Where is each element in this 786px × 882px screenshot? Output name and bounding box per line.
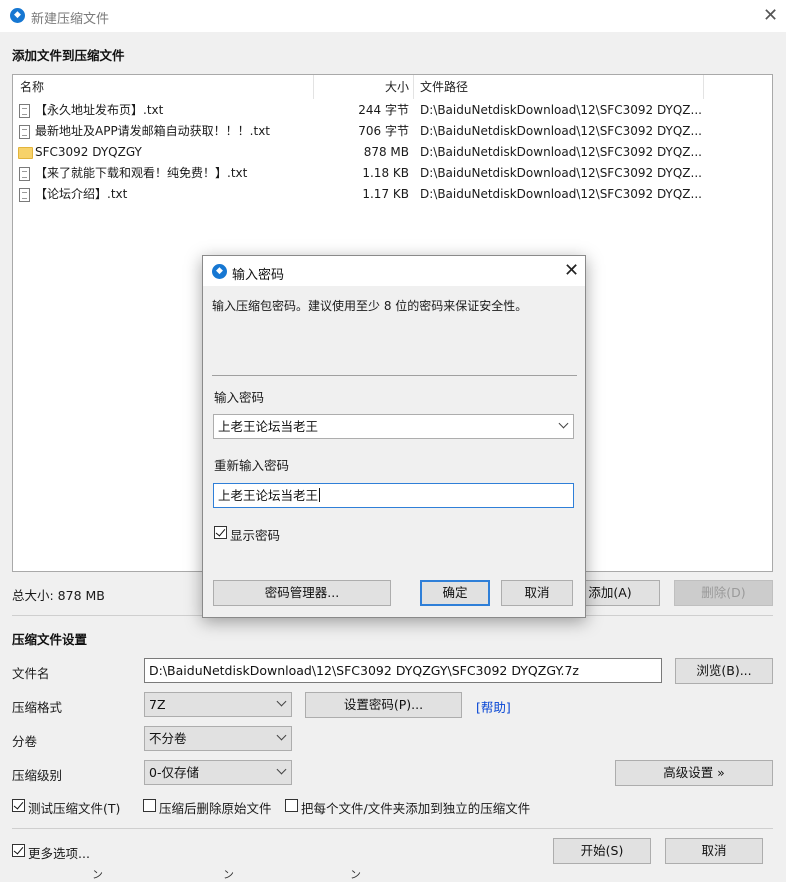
text-file-icon — [19, 167, 30, 181]
password-label: 输入密码 — [214, 390, 265, 405]
file-path: D:\BaiduNetdiskDownload\12\SFC3092 DYQZ.… — [420, 166, 702, 180]
list-item[interactable]: 【来了就能下载和观看！纯免费！】.txt 1.18 KB D:\BaiduNet… — [13, 163, 772, 184]
dialog-title-bar: ◆ 输入密码 ✕ — [203, 256, 585, 286]
app-icon: ◆ — [212, 264, 227, 279]
password-dialog: ◆ 输入密码 ✕ 输入压缩包密码。建议使用至少 8 位的密码来保证安全性。 输入… — [202, 255, 586, 618]
test-archive-checkbox[interactable] — [12, 799, 25, 812]
dialog-title: 输入密码 — [232, 268, 285, 283]
password-value: 上老王论坛当老王 — [218, 419, 319, 434]
text-file-icon — [19, 188, 30, 202]
delete-after-label: 压缩后删除原始文件 — [159, 801, 272, 816]
list-item[interactable]: SFC3092 DYQZGY 878 MB D:\BaiduNetdiskDow… — [13, 142, 772, 163]
password-field[interactable]: 上老王论坛当老王 — [213, 414, 574, 439]
dialog-message: 输入压缩包密码。建议使用至少 8 位的密码来保证安全性。 — [212, 299, 528, 313]
cancel-button[interactable]: 取消 — [665, 838, 763, 864]
column-header-size[interactable]: 大小 — [331, 75, 409, 99]
text-cursor — [319, 488, 321, 502]
browse-button[interactable]: 浏览(B)... — [675, 658, 773, 684]
show-password-label: 显示密码 — [230, 528, 281, 543]
title-bar: ◆ 新建压缩文件 ✕ — [0, 0, 786, 32]
background-text: ン — [223, 868, 234, 881]
column-separator[interactable] — [703, 75, 704, 99]
level-label: 压缩级别 — [12, 768, 63, 783]
file-size: 706 字节 — [358, 124, 409, 138]
chevron-down-icon — [276, 764, 287, 775]
filename-field[interactable]: D:\BaiduNetdiskDownload\12\SFC3092 DYQZG… — [144, 658, 662, 683]
column-header-name[interactable]: 名称 — [20, 75, 44, 99]
dialog-cancel-button[interactable]: 取消 — [501, 580, 573, 606]
chevron-down-icon[interactable] — [558, 418, 569, 429]
ok-button[interactable]: 确定 — [420, 580, 490, 606]
close-icon[interactable]: ✕ — [763, 7, 778, 25]
format-select[interactable]: 7Z — [144, 692, 292, 717]
show-password-checkbox[interactable] — [214, 526, 227, 539]
file-size: 244 字节 — [358, 103, 409, 117]
delete-after-checkbox[interactable] — [143, 799, 156, 812]
file-name: 【论坛介绍】.txt — [35, 187, 128, 201]
file-path: D:\BaiduNetdiskDownload\12\SFC3092 DYQZ.… — [420, 145, 702, 159]
volume-label: 分卷 — [12, 734, 38, 749]
list-item[interactable]: 【永久地址发布页】.txt 244 字节 D:\BaiduNetdiskDown… — [13, 100, 772, 121]
text-file-icon — [19, 125, 30, 139]
folder-icon — [18, 147, 33, 159]
file-name: 最新地址及APP请发邮箱自动获取！！！.txt — [35, 124, 271, 138]
app-icon: ◆ — [10, 8, 25, 23]
background-text: ン — [92, 868, 103, 881]
add-files-heading: 添加文件到压缩文件 — [12, 48, 125, 63]
level-value: 0-仅存储 — [149, 765, 199, 780]
file-name: SFC3092 DYQZGY — [35, 145, 142, 159]
background-text: ン — [350, 868, 361, 881]
more-options-label: 更多选项... — [28, 846, 90, 861]
chevron-down-icon — [276, 730, 287, 741]
dialog-message-area: 输入压缩包密码。建议使用至少 8 位的密码来保证安全性。 — [203, 286, 585, 374]
file-path: D:\BaiduNetdiskDownload\12\SFC3092 DYQZ.… — [420, 103, 702, 117]
reenter-password-value: 上老王论坛当老王 — [218, 488, 319, 503]
test-archive-label: 测试压缩文件(T) — [28, 801, 121, 816]
column-header-path[interactable]: 文件路径 — [420, 75, 468, 99]
volume-value: 不分卷 — [149, 731, 187, 746]
file-size: 1.17 KB — [362, 187, 409, 201]
column-separator[interactable] — [313, 75, 314, 99]
divider — [12, 828, 773, 829]
close-icon[interactable]: ✕ — [564, 262, 579, 280]
filename-label: 文件名 — [12, 666, 50, 681]
volume-select[interactable]: 不分卷 — [144, 726, 292, 751]
file-path: D:\BaiduNetdiskDownload\12\SFC3092 DYQZ.… — [420, 187, 702, 201]
window-title: 新建压缩文件 — [31, 12, 110, 27]
file-name: 【永久地址发布页】.txt — [35, 103, 164, 117]
help-link[interactable]: [帮助] — [476, 697, 511, 716]
file-size: 878 MB — [363, 145, 409, 159]
reenter-password-field[interactable]: 上老王论坛当老王 — [213, 483, 574, 508]
more-options-checkbox[interactable] — [12, 844, 25, 857]
format-label: 压缩格式 — [12, 700, 63, 715]
settings-heading: 压缩文件设置 — [12, 632, 88, 647]
text-file-icon — [19, 104, 30, 118]
level-select[interactable]: 0-仅存储 — [144, 760, 292, 785]
set-password-button[interactable]: 设置密码(P)... — [305, 692, 462, 718]
reenter-password-label: 重新输入密码 — [214, 458, 290, 473]
format-value: 7Z — [149, 697, 166, 712]
separate-archives-checkbox[interactable] — [285, 799, 298, 812]
file-path: D:\BaiduNetdiskDownload\12\SFC3092 DYQZ.… — [420, 124, 702, 138]
advanced-settings-button[interactable]: 高级设置 » — [615, 760, 773, 786]
file-name: 【来了就能下载和观看！纯免费！】.txt — [35, 166, 248, 180]
divider — [212, 375, 577, 376]
separate-archives-label: 把每个文件/文件夹添加到独立的压缩文件 — [301, 801, 531, 816]
list-item[interactable]: 【论坛介绍】.txt 1.17 KB D:\BaiduNetdiskDownlo… — [13, 184, 772, 205]
password-manager-button[interactable]: 密码管理器... — [213, 580, 391, 606]
start-button[interactable]: 开始(S) — [553, 838, 651, 864]
delete-button[interactable]: 删除(D) — [674, 580, 773, 606]
file-size: 1.18 KB — [362, 166, 409, 180]
total-size: 总大小: 878 MB — [12, 588, 105, 603]
column-separator[interactable] — [413, 75, 414, 99]
chevron-down-icon — [276, 696, 287, 707]
list-item[interactable]: 最新地址及APP请发邮箱自动获取！！！.txt 706 字节 D:\BaiduN… — [13, 121, 772, 142]
